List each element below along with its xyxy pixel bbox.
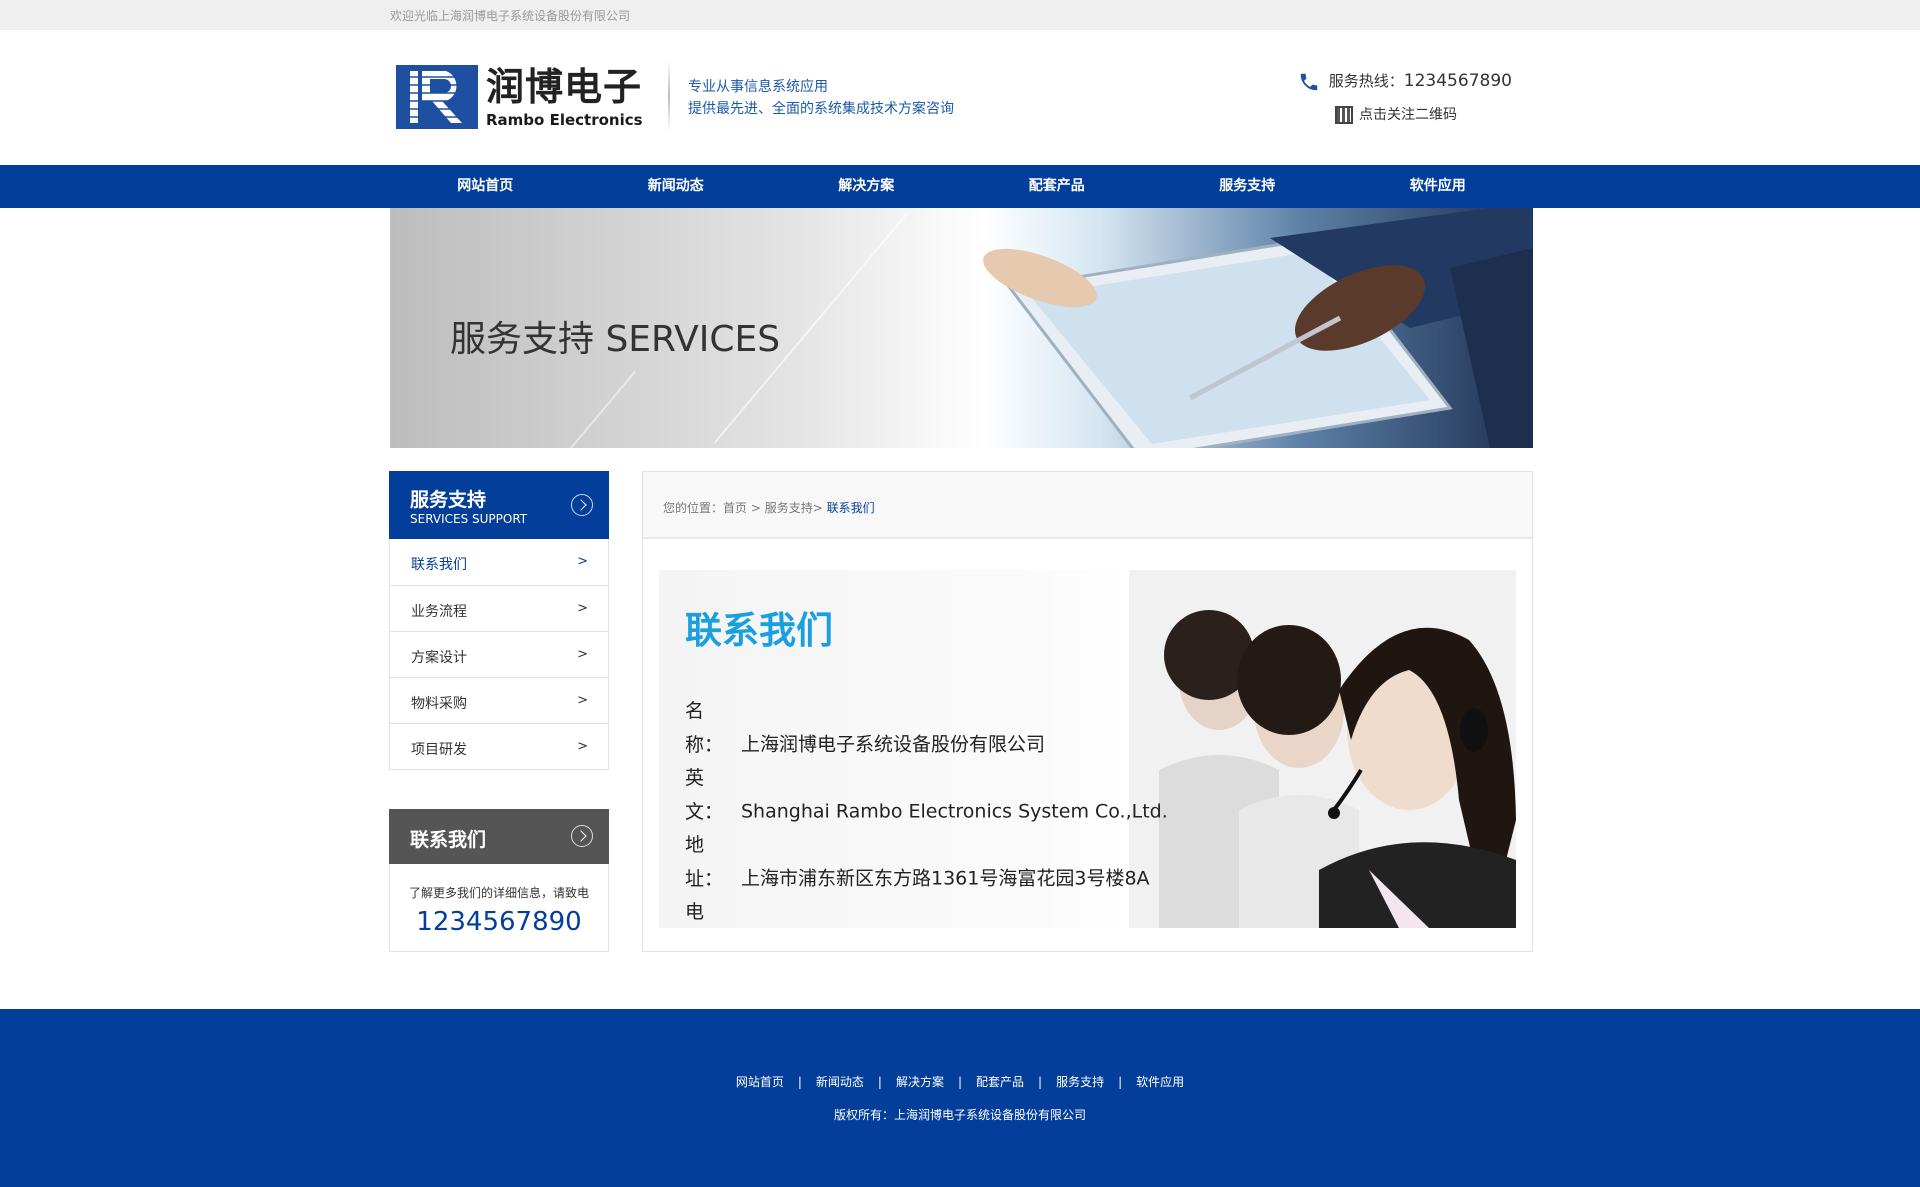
circle-arrow-icon	[571, 494, 593, 516]
sidebar-item-rnd[interactable]: 项目研发 >	[390, 723, 608, 769]
breadcrumb-prefix: 您的位置：	[663, 501, 724, 515]
welcome-text: 欢迎光临上海润博电子系统设备股份有限公司	[390, 9, 631, 23]
breadcrumb: 您的位置：首页 > 服务支持> 联系我们	[643, 472, 1532, 539]
sidebar-item-procurement[interactable]: 物料采购 >	[390, 677, 608, 723]
header: 润博电子 Rambo Electronics 专业从事信息系统应用 提供最先进、…	[0, 30, 1920, 165]
chevron-right-icon: >	[577, 554, 588, 569]
logo-mark	[396, 65, 478, 129]
banner-title: 服务支持 SERVICES	[450, 319, 781, 360]
sidebar-item-label: 业务流程	[411, 604, 467, 620]
footer-separator: |	[1038, 1075, 1043, 1089]
footer-separator: |	[877, 1075, 882, 1089]
contact-row-name: 名称： 上海润博电子系统设备股份有限公司	[685, 700, 1046, 756]
footer-nav: 网站首页 | 新闻动态 | 解决方案 | 配套产品 | 服务支持 | 软件应用	[0, 1073, 1920, 1090]
contact-row-phone: 电话：021-58705008	[685, 901, 705, 923]
footer-link-home[interactable]: 网站首页	[736, 1075, 784, 1089]
contact-card: 联系我们 名称： 上海润博电子系统设备股份有限公司 英文： Shanghai Ram…	[659, 570, 1516, 928]
nav-item-news[interactable]: 新闻动态	[581, 165, 772, 208]
sidebar-item-label: 方案设计	[411, 650, 467, 666]
banner-tablet-hands-image	[983, 208, 1533, 448]
slogan: 专业从事信息系统应用 提供最先进、全面的系统集成技术方案咨询	[688, 76, 954, 120]
footer-separator: |	[957, 1075, 963, 1089]
hotline: 服务热线：1234567890	[1298, 70, 1512, 93]
logo-english-name: Rambo Electronics	[486, 111, 643, 129]
sidebar-contact-body: 了解更多我们的详细信息，请致电 1234567890	[389, 864, 609, 952]
slogan-line2: 提供最先进、全面的系统集成技术方案咨询	[688, 101, 954, 117]
qrcode-icon	[1335, 106, 1353, 124]
hotline-number: 1234567890	[1403, 71, 1512, 91]
nav-item-solutions[interactable]: 解决方案	[771, 165, 962, 208]
sidebar-contact-desc: 了解更多我们的详细信息，请致电	[408, 886, 589, 900]
sidebar-list: 联系我们 > 业务流程 > 方案设计 > 物料采购 > 项目研发 >	[389, 539, 609, 770]
contact-info: 名称： 上海润博电子系统设备股份有限公司 英文： Shanghai Rambo El…	[685, 695, 1168, 928]
sidebar-contact-header: 联系我们	[389, 809, 609, 864]
sidebar-title: 服务支持	[410, 489, 487, 511]
main-content: 您的位置：首页 > 服务支持> 联系我们 联系我们 名称： 上海润博电子系统设备股…	[642, 471, 1533, 952]
chevron-right-icon: >	[577, 693, 588, 708]
sidebar-header: 服务支持 SERVICES SUPPORT	[389, 471, 609, 539]
sidebar-item-process[interactable]: 业务流程 >	[390, 585, 608, 631]
breadcrumb-current: 联系我们	[826, 501, 875, 515]
footer-link-news[interactable]: 新闻动态	[816, 1075, 864, 1089]
top-bar: 欢迎光临上海润博电子系统设备股份有限公司	[0, 0, 1920, 30]
main-nav: 网站首页 新闻动态 解决方案 配套产品 服务支持 软件应用	[0, 165, 1920, 208]
chevron-right-icon: >	[577, 601, 588, 616]
sidebar-contact-phone: 1234567890	[416, 907, 582, 937]
logo-chinese-name: 润博电子	[486, 65, 643, 109]
footer-copyright: 版权所有：上海润博电子系统设备股份有限公司	[833, 1108, 1086, 1122]
qrcode-link[interactable]: 点击关注二维码	[1335, 104, 1457, 124]
contact-row-address: 地址： 上海市浦东新区东方路1361号海富花园3号楼8A	[685, 834, 1150, 890]
sidebar-subtitle: SERVICES SUPPORT	[410, 512, 528, 526]
nav-item-home[interactable]: 网站首页	[390, 165, 581, 208]
footer-link-products[interactable]: 配套产品	[976, 1075, 1024, 1089]
chevron-right-icon: >	[577, 739, 588, 754]
footer-link-software[interactable]: 软件应用	[1136, 1075, 1184, 1089]
breadcrumb-separator: >	[747, 501, 765, 515]
sidebar-contact-title: 联系我们	[410, 829, 487, 851]
breadcrumb-section[interactable]: 服务支持	[765, 501, 813, 515]
breadcrumb-home[interactable]: 首页	[723, 501, 747, 515]
sidebar-item-contact[interactable]: 联系我们 >	[390, 539, 608, 585]
hotline-label: 服务热线：	[1328, 72, 1404, 90]
circle-arrow-icon	[571, 825, 593, 847]
footer-link-services[interactable]: 服务支持	[1056, 1075, 1104, 1089]
footer-separator: |	[797, 1075, 802, 1089]
page-banner: 服务支持 SERVICES	[390, 208, 1533, 448]
sidebar-item-label: 项目研发	[411, 742, 467, 758]
contact-row-english: 英文： Shanghai Rambo Electronics System Co.…	[685, 767, 1168, 823]
slogan-line1: 专业从事信息系统应用	[688, 79, 828, 95]
logo-divider	[668, 60, 670, 132]
phone-icon	[1300, 73, 1318, 90]
sidebar-item-label: 物料采购	[411, 696, 467, 712]
nav-item-products[interactable]: 配套产品	[962, 165, 1153, 208]
site-logo[interactable]: 润博电子 Rambo Electronics	[396, 65, 646, 133]
sidebar-item-label: 联系我们	[411, 557, 467, 573]
footer-link-solutions[interactable]: 解决方案	[896, 1075, 944, 1089]
nav-item-software[interactable]: 软件应用	[1343, 165, 1534, 208]
footer: 网站首页 | 新闻动态 | 解决方案 | 配套产品 | 服务支持 | 软件应用 版权所有：上海润博电…	[0, 1009, 1920, 1187]
breadcrumb-separator: >	[812, 501, 827, 515]
footer-separator: |	[1118, 1075, 1123, 1089]
contact-card-title: 联系我们	[685, 609, 833, 652]
nav-item-services[interactable]: 服务支持	[1152, 165, 1343, 208]
chevron-right-icon: >	[577, 647, 588, 662]
call-center-people-image	[1129, 570, 1516, 928]
qrcode-label: 点击关注二维码	[1359, 107, 1457, 123]
sidebar-item-design[interactable]: 方案设计 >	[390, 631, 608, 677]
